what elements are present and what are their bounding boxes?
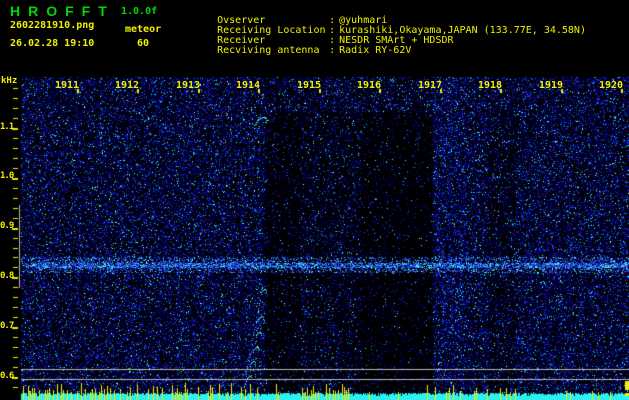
time-label: 1913 bbox=[176, 80, 201, 91]
freq-label: 0.9 bbox=[0, 221, 14, 231]
hrofft-screen: HROFFT 1.0.0f 2602281910.png meteor 26.0… bbox=[0, 0, 629, 400]
time-label: 1917 bbox=[418, 80, 443, 91]
freq-label: 0.8 bbox=[0, 271, 14, 281]
version-label: 1.0.0f bbox=[121, 6, 158, 17]
metadata-panel: Ovserver: @yuhmari Receiving Location: kur… bbox=[181, 6, 586, 56]
metadata-value: Radix RY-62V bbox=[339, 45, 412, 56]
time-label: 1911 bbox=[55, 80, 80, 91]
freq-label: 0.7 bbox=[0, 321, 14, 331]
datetime-label: 26.02.28 19:10 bbox=[10, 38, 95, 49]
metadata-row-observer: Ovserver: @yuhmari bbox=[181, 6, 586, 26]
filename-label: 2602281910.png bbox=[10, 20, 95, 31]
time-label: 1915 bbox=[297, 80, 322, 91]
metadata-label: Recviving antenna bbox=[217, 45, 320, 56]
freq-label: 1.1 bbox=[0, 122, 14, 132]
spectrogram-canvas bbox=[0, 0, 629, 400]
metadata-colon: : bbox=[329, 45, 336, 56]
freq-axis-unit-label: kHz bbox=[1, 76, 18, 86]
freq-label: 0.6 bbox=[0, 371, 14, 381]
freq-label: 1.0 bbox=[0, 171, 14, 181]
time-label: 1912 bbox=[115, 80, 140, 91]
app-title: HROFFT bbox=[10, 3, 115, 19]
time-label: 1920 bbox=[599, 80, 624, 91]
time-label: 1919 bbox=[539, 80, 564, 91]
time-label: 1914 bbox=[236, 80, 261, 91]
time-label: 1916 bbox=[357, 80, 382, 91]
time-label: 1918 bbox=[478, 80, 503, 91]
meteor-count-value: 60 bbox=[137, 38, 150, 49]
mode-label: meteor bbox=[125, 24, 162, 35]
